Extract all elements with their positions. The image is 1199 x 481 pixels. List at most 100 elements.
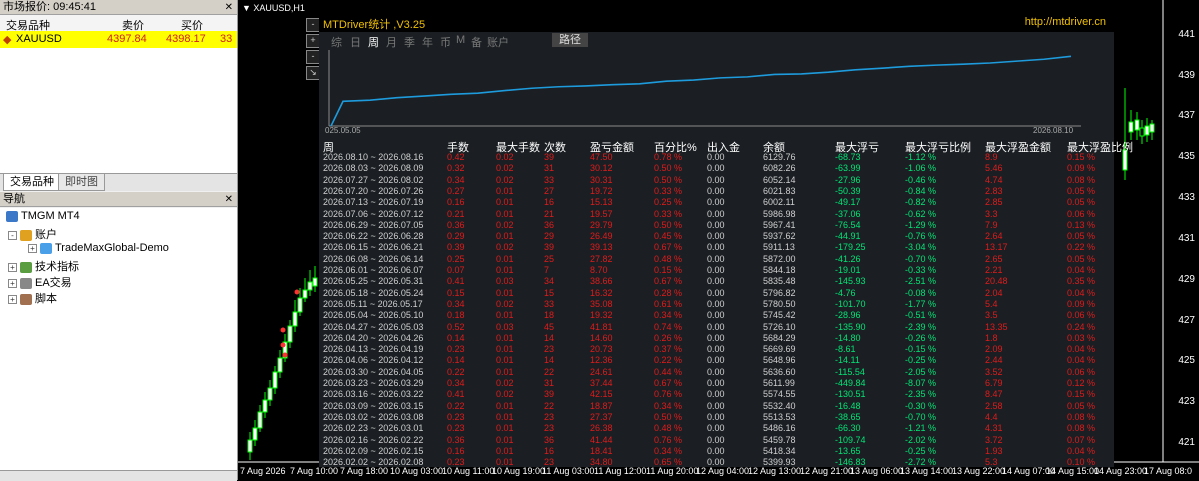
- tree-item-expert-advisors[interactable]: + EA交易: [8, 274, 72, 290]
- table-cell: 5532.40: [763, 400, 796, 411]
- period-tab[interactable]: 账户: [487, 34, 509, 50]
- table-cell: 0.22 %: [1067, 242, 1096, 253]
- table-cell: 6002.11: [763, 197, 795, 208]
- collapse-icon[interactable]: -: [8, 230, 17, 240]
- table-cell: -66.30: [835, 423, 861, 434]
- period-tab[interactable]: 季: [404, 34, 415, 50]
- tree-root[interactable]: TMGM MT4: [6, 210, 80, 222]
- row-spread: 33: [220, 33, 233, 45]
- period-tab[interactable]: 日: [350, 34, 361, 50]
- tab-symbols[interactable]: 交易品种: [3, 174, 61, 191]
- period-tab[interactable]: M: [456, 34, 465, 46]
- table-cell: 0.00: [707, 208, 725, 219]
- table-cell: 0.00: [707, 434, 725, 445]
- time-tick-label: 7 Aug 2026: [240, 466, 286, 476]
- table-cell: 2026.05.11 ~ 2026.05.17: [323, 298, 423, 309]
- table-cell: -8.61: [835, 344, 856, 355]
- table-cell: 35.08: [590, 298, 613, 309]
- table-cell: 2026.05.18 ~ 2026.05.24: [323, 287, 424, 298]
- table-cell: 0.05 %: [1067, 253, 1096, 264]
- table-cell: -449.84: [835, 378, 866, 388]
- tree-item-demo-account[interactable]: + TradeMaxGlobal-Demo: [28, 242, 169, 254]
- period-tab[interactable]: 币: [440, 34, 451, 50]
- price-tick-label: 423: [1178, 396, 1195, 407]
- table-cell: 2026.02.23 ~ 2026.03.01: [323, 423, 424, 434]
- table-cell: 0.00: [707, 355, 725, 366]
- expand-icon[interactable]: +: [8, 294, 17, 304]
- market-watch-header: 交易品种 卖价 买价: [0, 15, 237, 32]
- table-cell: -1.29 %: [905, 219, 937, 230]
- candle-body: [267, 387, 273, 401]
- market-watch-row-xauusd[interactable]: ◆ XAUUSD 4397.84 4398.17 33: [0, 31, 237, 48]
- price-tick-label: 421: [1178, 437, 1195, 448]
- row-ask: 4398.17: [166, 33, 206, 45]
- close-icon[interactable]: ✕: [225, 0, 233, 15]
- table-cell: 3.72: [985, 434, 1003, 445]
- period-tab[interactable]: 年: [422, 34, 433, 50]
- period-tab[interactable]: 综: [331, 34, 342, 50]
- candle-body: [297, 297, 303, 313]
- tree-item-accounts[interactable]: - 账户: [8, 226, 57, 242]
- candle-body: [252, 427, 258, 441]
- collapse-panel-button[interactable]: -: [306, 50, 320, 64]
- table-cell: 6129.76: [763, 152, 796, 162]
- table-cell: 2.04: [985, 287, 1003, 298]
- table-cell: 0.04 %: [1067, 344, 1096, 355]
- period-tab[interactable]: 月: [386, 34, 397, 50]
- table-cell: 0.29: [447, 231, 465, 242]
- table-cell: 0.23: [447, 423, 465, 434]
- table-cell: 36: [544, 434, 555, 445]
- table-cell: 2026.08.03 ~ 2026.08.09: [323, 163, 424, 174]
- expand-icon[interactable]: +: [28, 243, 37, 253]
- period-tab[interactable]: 周: [368, 34, 379, 50]
- table-cell: 31: [544, 378, 555, 388]
- table-cell: 0.22: [447, 400, 465, 411]
- minimize-panel-button[interactable]: -: [306, 18, 320, 32]
- tab-tick-chart[interactable]: 即时图: [58, 174, 105, 191]
- trade-marker: [280, 342, 286, 348]
- table-cell: 5844.18: [763, 265, 796, 275]
- candle-body: [1144, 125, 1150, 136]
- market-watch-tabs: 交易品种 即时图: [0, 173, 237, 191]
- price-tick-label: 431: [1178, 233, 1195, 244]
- price-tick-label: 427: [1178, 315, 1195, 326]
- tree-item-scripts[interactable]: + 脚本: [8, 290, 57, 306]
- table-cell: 0.00: [707, 185, 725, 196]
- table-cell: 2026.03.23 ~ 2026.03.29: [323, 378, 424, 388]
- panel-url[interactable]: http://mtdriver.cn: [1025, 16, 1106, 28]
- table-cell: 0.13 %: [1067, 219, 1096, 230]
- table-cell: 0.74 %: [654, 321, 683, 332]
- table-cell: 38.66: [590, 276, 613, 287]
- table-cell: 2026.03.16 ~ 2026.03.22: [323, 389, 424, 400]
- table-cell: 0.34: [447, 298, 465, 309]
- table-cell: -2.35 %: [905, 389, 937, 400]
- table-cell: 2026.05.04 ~ 2026.05.10: [323, 310, 424, 321]
- table-cell: -27.96: [835, 174, 861, 185]
- table-cell: 0.50 %: [654, 219, 683, 230]
- table-cell: 5986.98: [763, 208, 796, 219]
- table-cell: 42.15: [590, 389, 613, 400]
- navigator-tabs: [0, 470, 237, 481]
- period-tab[interactable]: 备: [471, 34, 482, 50]
- market-watch-grid: 交易品种 卖价 买价 ◆ XAUUSD 4397.84 4398.17 33: [0, 15, 237, 173]
- table-cell: -13.65: [835, 445, 861, 456]
- table-cell: -0.26 %: [905, 332, 937, 343]
- table-cell: -0.46 %: [905, 174, 937, 185]
- tree-item-indicators[interactable]: + 技术指标: [8, 258, 79, 274]
- table-cell: 2.09: [985, 344, 1003, 355]
- expand-icon[interactable]: +: [8, 262, 17, 272]
- table-cell: 3.52: [985, 366, 1003, 377]
- table-cell: 0.02: [496, 163, 514, 174]
- table-cell: -3.04 %: [905, 242, 937, 253]
- table-cell: 2.64: [985, 231, 1003, 242]
- table-cell: 1.93: [985, 445, 1003, 456]
- table-cell: 16.32: [590, 287, 613, 298]
- expand-panel-button[interactable]: +: [306, 34, 320, 48]
- resize-panel-button[interactable]: ↘: [306, 66, 320, 80]
- broker-icon: [6, 210, 18, 222]
- table-cell: 41.44: [590, 434, 613, 445]
- expand-icon[interactable]: +: [8, 278, 17, 288]
- route-button[interactable]: 路径: [552, 33, 588, 47]
- close-icon[interactable]: ✕: [225, 192, 233, 207]
- table-cell: 2026.03.30 ~ 2026.04.05: [323, 366, 424, 377]
